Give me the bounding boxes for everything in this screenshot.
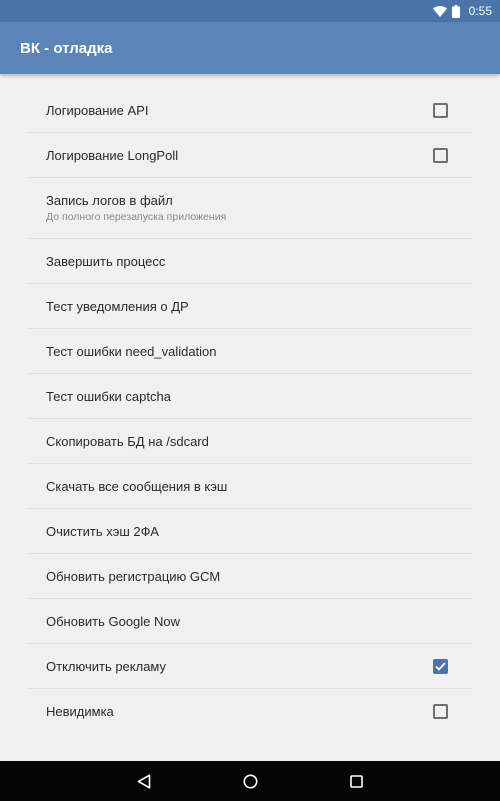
home-button[interactable]	[197, 761, 303, 801]
setting-label: Тест уведомления о ДР	[46, 298, 189, 314]
app-bar: ВК - отладка	[0, 22, 500, 74]
setting-label: Запись логов в файл	[46, 193, 173, 208]
setting-label: Очистить хэш 2ФА	[46, 523, 159, 539]
setting-logging-api[interactable]: Логирование API	[28, 88, 472, 133]
disable-ads-checkbox[interactable]	[433, 658, 448, 674]
wifi-icon	[432, 5, 447, 17]
setting-clear-2fa-hash[interactable]: Очистить хэш 2ФА	[28, 509, 472, 554]
battery-icon	[451, 4, 460, 18]
setting-label: Скачать все сообщения в кэш	[46, 478, 228, 494]
setting-label: Тест ошибки captcha	[46, 388, 171, 404]
setting-label: Тест ошибки need_validation	[46, 343, 217, 359]
status-time: 0:55	[468, 4, 492, 18]
setting-test-need-validation[interactable]: Тест ошибки need_validation	[28, 329, 472, 374]
setting-test-captcha[interactable]: Тест ошибки captcha	[28, 374, 472, 419]
setting-label: Скопировать БД на /sdcard	[46, 433, 209, 449]
invisible-checkbox[interactable]	[433, 704, 448, 719]
setting-kill-process[interactable]: Завершить процесс	[28, 239, 472, 284]
recents-button[interactable]	[303, 761, 409, 801]
setting-label: Логирование API	[46, 102, 149, 118]
setting-logging-longpoll[interactable]: Логирование LongPoll	[28, 133, 472, 178]
setting-update-google-now[interactable]: Обновить Google Now	[28, 599, 472, 644]
setting-update-gcm[interactable]: Обновить регистрацию GCM	[28, 554, 472, 599]
setting-disable-ads[interactable]: Отключить рекламу	[28, 644, 472, 689]
setting-test-birthday-notification[interactable]: Тест уведомления о ДР	[28, 284, 472, 329]
setting-label: Невидимка	[46, 704, 114, 719]
setting-label: Отключить рекламу	[46, 658, 167, 674]
setting-download-messages-cache[interactable]: Скачать все сообщения в кэш	[28, 464, 472, 509]
setting-write-logs-to-file[interactable]: Запись логов в файл До полного перезапус…	[28, 178, 472, 239]
navigation-bar	[0, 761, 500, 801]
setting-label: Завершить процесс	[46, 253, 166, 269]
settings-list: Логирование API Логирование LongPoll Зап…	[28, 88, 472, 734]
checkmark-icon	[435, 661, 446, 671]
logging-longpoll-checkbox[interactable]	[433, 147, 448, 163]
setting-invisible[interactable]: Невидимка	[28, 689, 472, 734]
home-icon	[243, 774, 257, 788]
setting-label: Обновить Google Now	[46, 613, 181, 629]
setting-summary: До полного перезапуска приложения	[46, 211, 227, 223]
setting-label: Логирование LongPoll	[46, 147, 179, 163]
page-title: ВК - отладка	[20, 39, 113, 57]
back-icon	[137, 773, 151, 789]
setting-copy-db-sdcard[interactable]: Скопировать БД на /sdcard	[28, 419, 472, 464]
back-button[interactable]	[91, 761, 197, 801]
status-bar: 0:55	[0, 0, 500, 22]
logging-api-checkbox[interactable]	[433, 102, 448, 118]
recents-icon	[349, 774, 363, 788]
setting-label: Обновить регистрацию GCM	[46, 568, 221, 584]
